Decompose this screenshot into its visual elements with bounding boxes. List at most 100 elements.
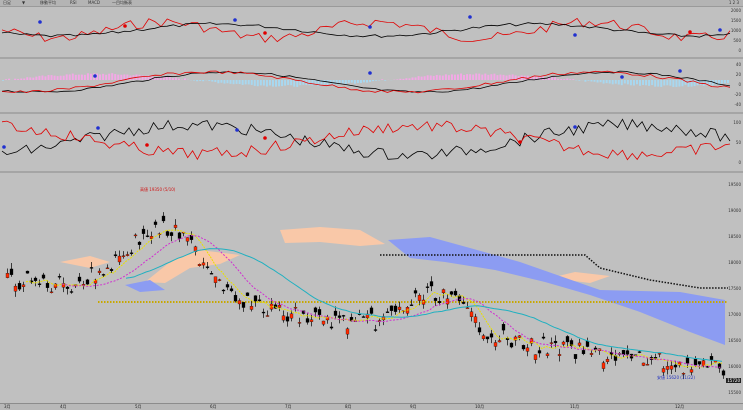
histogram-bar bbox=[20, 79, 22, 80]
candle-body bbox=[626, 351, 629, 355]
candle-body bbox=[466, 308, 469, 309]
histogram-bar bbox=[396, 79, 398, 80]
histogram-bar bbox=[557, 79, 559, 80]
signal-marker-icon bbox=[123, 24, 127, 28]
candle-body bbox=[390, 306, 393, 311]
candle-body bbox=[142, 229, 145, 234]
signal-marker-icon bbox=[368, 71, 372, 75]
candle-body bbox=[386, 312, 389, 313]
histogram-bar bbox=[142, 75, 144, 80]
histogram-bar bbox=[499, 75, 501, 80]
candle-body bbox=[114, 255, 117, 256]
histogram-bar bbox=[99, 74, 101, 80]
histogram-bar bbox=[418, 76, 420, 80]
candle-body bbox=[586, 341, 589, 347]
candle-body bbox=[674, 365, 677, 367]
candle-body bbox=[462, 302, 465, 303]
indicator3-line-b bbox=[2, 121, 730, 160]
histogram-bar bbox=[84, 75, 86, 80]
histogram-bar bbox=[609, 80, 611, 84]
scale-label: 17000 bbox=[728, 312, 741, 317]
candle-body bbox=[110, 269, 113, 270]
histogram-bar bbox=[369, 80, 371, 82]
candle-body bbox=[286, 317, 289, 322]
signal-marker-icon bbox=[2, 145, 6, 149]
chart-canvas[interactable] bbox=[0, 0, 743, 403]
candle-body bbox=[698, 361, 701, 364]
date-label: 5月 bbox=[135, 404, 142, 410]
histogram-bar bbox=[245, 80, 247, 84]
histogram-bar bbox=[554, 77, 556, 80]
histogram-bar bbox=[724, 80, 726, 83]
scale-label: 100 bbox=[733, 120, 741, 125]
histogram-bar bbox=[351, 80, 353, 83]
candle-body bbox=[538, 351, 541, 354]
histogram-bar bbox=[669, 80, 671, 86]
histogram-bar bbox=[475, 73, 477, 80]
candle-body bbox=[554, 341, 557, 343]
histogram-bar bbox=[636, 80, 638, 84]
candle-body bbox=[398, 307, 401, 310]
histogram-bar bbox=[272, 80, 274, 87]
histogram-bar bbox=[32, 78, 34, 80]
date-label: 12月 bbox=[675, 404, 684, 410]
candle-body bbox=[710, 356, 713, 359]
signal-marker-icon bbox=[233, 18, 237, 22]
histogram-bar bbox=[51, 75, 53, 80]
histogram-bar bbox=[439, 75, 441, 80]
histogram-bar bbox=[421, 77, 423, 80]
histogram-bar bbox=[269, 80, 271, 85]
histogram-bar bbox=[275, 80, 277, 87]
histogram-bar bbox=[111, 73, 113, 80]
date-label: 4月 bbox=[60, 404, 67, 410]
histogram-bar bbox=[560, 79, 562, 80]
candle-body bbox=[374, 330, 377, 331]
histogram-bar bbox=[408, 78, 410, 80]
histogram-bar bbox=[584, 80, 586, 82]
histogram-bar bbox=[254, 80, 256, 86]
candle-body bbox=[130, 253, 133, 254]
histogram-bar bbox=[463, 75, 465, 80]
candle-body bbox=[214, 277, 217, 283]
histogram-bar bbox=[193, 80, 195, 81]
candle-body bbox=[506, 338, 509, 340]
histogram-bar bbox=[23, 78, 25, 80]
histogram-bar bbox=[5, 79, 7, 80]
candle-body bbox=[106, 268, 109, 269]
candle-body bbox=[474, 317, 477, 323]
candle-body bbox=[426, 287, 429, 288]
candle-body bbox=[178, 233, 181, 239]
candle-body bbox=[362, 317, 365, 318]
candle-body bbox=[122, 256, 125, 257]
candle-body bbox=[66, 287, 69, 289]
histogram-bar bbox=[236, 80, 238, 84]
candle-body bbox=[690, 370, 693, 373]
histogram-bar bbox=[721, 80, 723, 84]
scale-label: 20 bbox=[736, 72, 741, 77]
scale-label: 16000 bbox=[728, 364, 741, 369]
histogram-bar bbox=[69, 74, 71, 80]
signal-marker-icon bbox=[573, 33, 577, 37]
histogram-bar bbox=[66, 74, 68, 80]
histogram-bar bbox=[102, 74, 104, 80]
kumo-cloud-down bbox=[388, 237, 725, 345]
histogram-bar bbox=[223, 80, 225, 84]
histogram-bar bbox=[199, 80, 201, 81]
candle-body bbox=[202, 263, 205, 265]
histogram-bar bbox=[402, 79, 404, 80]
histogram-bar bbox=[14, 79, 16, 80]
histogram-bar bbox=[603, 80, 605, 84]
candle-body bbox=[534, 355, 537, 360]
histogram-bar bbox=[293, 80, 295, 87]
histogram-bar bbox=[217, 80, 219, 83]
histogram-bar bbox=[208, 80, 210, 81]
candle-body bbox=[410, 305, 413, 306]
scale-label: -40 bbox=[734, 102, 741, 107]
candle-body bbox=[46, 283, 49, 288]
candle-body bbox=[6, 273, 9, 277]
histogram-bar bbox=[172, 78, 174, 80]
histogram-bar bbox=[281, 80, 283, 86]
histogram-bar bbox=[451, 74, 453, 80]
histogram-bar bbox=[427, 75, 429, 80]
histogram-bar bbox=[597, 80, 599, 83]
